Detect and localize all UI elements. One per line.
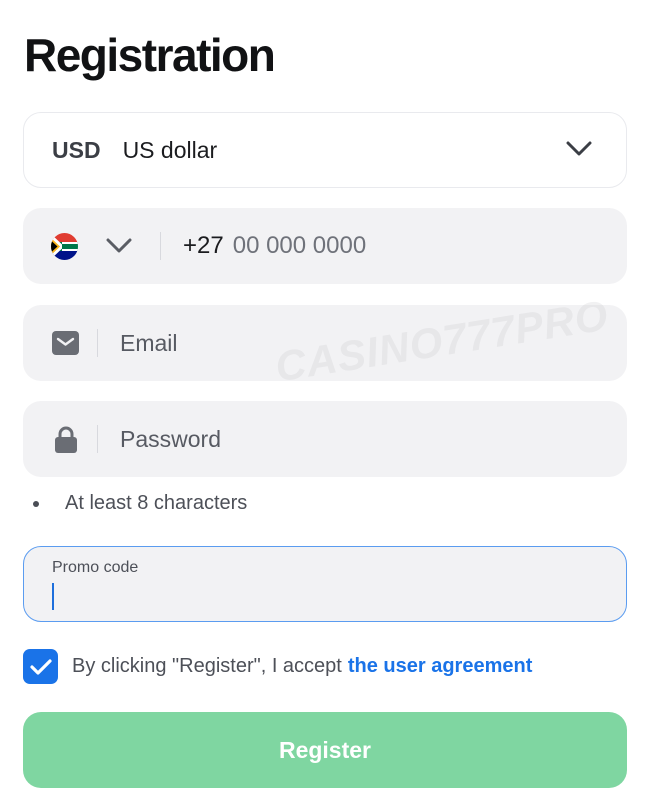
password-field (23, 401, 627, 477)
bullet-icon (33, 500, 39, 507)
south-africa-flag-icon[interactable] (51, 232, 78, 260)
agreement-checkbox[interactable] (23, 649, 58, 684)
currency-select[interactable]: USD US dollar (23, 112, 627, 188)
user-agreement-link[interactable]: the user agreement (348, 655, 533, 678)
country-chevron-down-icon[interactable] (106, 237, 132, 260)
phone-prefix: +27 (183, 232, 224, 259)
lock-icon (52, 426, 79, 453)
currency-name: US dollar (122, 136, 218, 163)
divider (160, 232, 161, 260)
agreement-row: By clicking "Register", I accept the use… (23, 649, 532, 684)
promo-code-input[interactable] (52, 583, 592, 611)
divider (97, 425, 98, 453)
email-field (23, 305, 627, 381)
currency-code: USD (52, 136, 101, 163)
envelope-icon (52, 330, 79, 357)
agreement-text: By clicking "Register", I accept (72, 655, 342, 677)
page-title: Registration (24, 29, 276, 81)
chevron-down-icon (566, 140, 592, 163)
password-input[interactable] (120, 425, 550, 453)
phone-field: +27 (23, 208, 627, 284)
promo-code-label: Promo code (52, 559, 139, 576)
checkmark-icon (29, 658, 52, 675)
password-hint: At least 8 characters (33, 492, 247, 515)
email-input[interactable] (120, 329, 550, 357)
promo-code-field[interactable]: Promo code (23, 546, 627, 622)
text-caret (52, 583, 54, 610)
password-hint-text: At least 8 characters (65, 492, 248, 514)
register-button[interactable]: Register (23, 712, 627, 788)
phone-input[interactable] (232, 232, 533, 260)
divider (97, 329, 98, 357)
